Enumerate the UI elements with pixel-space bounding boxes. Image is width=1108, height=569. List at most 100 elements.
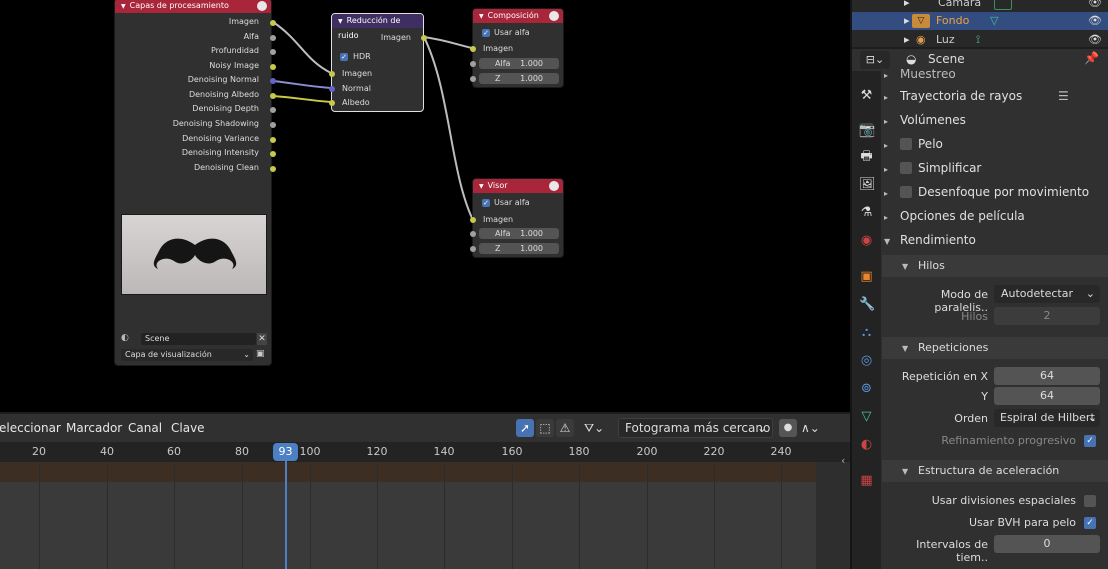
section-muestreo[interactable]: ▸ Muestreo [884,67,1106,81]
view-layer-icon[interactable]: 🖼 [859,177,876,192]
frame-ruler[interactable]: 20 40 60 80 100 120 140 160 180 200 220 … [0,442,850,462]
constraint-icon[interactable]: ⊚ [859,381,874,396]
outliner-row-selected[interactable]: ▸ ▽ Fondo ▽ 👁 [852,12,1108,30]
use-alpha-checkbox[interactable]: ✓ [482,199,490,207]
alpha-field[interactable]: Alfa 1.000 [479,58,559,69]
input-socket[interactable] [470,76,476,82]
output-socket[interactable] [270,35,276,41]
section-pelo[interactable]: ▸ Pelo [884,137,1106,151]
simplificar-checkbox[interactable] [900,162,912,174]
output-socket[interactable] [270,20,276,26]
menu-key[interactable]: Clave [171,421,205,435]
menu-marker[interactable]: Marcador [66,421,122,435]
playhead-line[interactable] [285,461,287,569]
section-volumenes[interactable]: ▸ Volúmenes [884,113,1106,127]
output-socket[interactable] [270,93,276,99]
input-socket[interactable] [329,100,335,106]
viewer-node[interactable]: ▼ Visor ✓ Usar alfa Imagen Alfa 1.000 Z 1… [470,178,564,258]
close-icon[interactable]: ✕ [257,333,267,345]
eye-icon[interactable]: 👁 [1088,0,1102,12]
input-socket[interactable] [470,246,476,252]
collapse-arrow-icon[interactable]: ▼ [338,15,343,29]
node-editor[interactable]: ▼ Capas de procesamiento Imagen Alfa Prof… [0,0,850,412]
input-socket[interactable] [470,231,476,237]
outliner[interactable]: ▸ Cámara 👁 ▸ ▽ Fondo ▽ 👁 ▸ ◉ Luz ⟟ 👁 [852,0,1108,47]
chevron-right-icon[interactable]: ▸ [904,0,910,12]
collapse-arrow-icon[interactable]: ▼ [121,0,126,14]
chevron-right-icon[interactable]: ▸ [904,31,910,49]
output-tab-icon[interactable]: 🖶 [859,149,874,164]
eye-icon[interactable]: 👁 [1088,12,1102,30]
subpanel-aceleracion[interactable]: ▼ Estructura de aceleración [882,460,1108,482]
render-layers-header[interactable]: ▼ Capas de procesamiento [115,0,271,13]
output-socket[interactable] [270,151,276,157]
timeline-track[interactable] [0,462,850,569]
order-dropdown[interactable]: Espiral de Hilbert ⌄ [994,409,1100,427]
spatial-splits-checkbox[interactable] [1084,495,1096,507]
hdr-checkbox[interactable]: ✓ [340,53,348,61]
denoise-header[interactable]: ▼ Reducción de ruido [332,14,423,40]
desenfoque-checkbox[interactable] [900,186,912,198]
tile-x-field[interactable]: 64 [994,367,1100,385]
alpha-field[interactable]: Alfa 1.000 [479,228,559,239]
output-socket[interactable] [270,64,276,70]
menu-select[interactable]: eleccionar [0,421,61,435]
output-socket[interactable] [270,122,276,128]
properties-editor[interactable]: ⊟⌄ ◒ Scene 📌 ⚒ 📷 🖶 🖼 ⚗ ◉ ▣ 🔧 ⛬ ◎ ⊚ ▽ ◐ ▦… [852,49,1108,569]
texture-icon[interactable]: ▦ [859,473,874,488]
denoise-node[interactable]: ▼ Reducción de ruido Imagen ✓ HDR Imagen … [329,13,427,112]
current-frame-indicator[interactable]: 93 [273,443,298,461]
material-icon[interactable]: ◐ [859,437,874,452]
output-socket[interactable] [270,166,276,172]
select-tool-icon[interactable]: ➚ [516,419,534,437]
use-alpha-checkbox[interactable]: ✓ [482,29,490,37]
render-layers-node[interactable]: ▼ Capas de procesamiento Imagen Alfa Prof… [114,0,276,366]
collapse-arrow-icon[interactable]: ▼ [479,10,484,24]
section-pelicula[interactable]: ▸ Opciones de película [884,209,1106,223]
falloff-icon[interactable]: ∧⌄ [801,419,831,437]
chevron-left-icon[interactable]: ‹ [841,454,845,467]
pin-icon[interactable]: 📌 [1084,51,1099,65]
section-desenfoque[interactable]: ▸ Desenfoque por movimiento [884,185,1106,199]
object-tab-icon[interactable]: ▣ [859,269,874,284]
eye-icon[interactable]: 👁 [1088,31,1102,49]
hair-bvh-checkbox[interactable]: ✓ [1084,517,1096,529]
menu-channel[interactable]: Canal [128,421,162,435]
tile-y-field[interactable]: 64 [994,387,1100,405]
warning-icon[interactable]: ⚠ [556,419,574,437]
output-socket[interactable] [270,49,276,55]
render-tab-icon[interactable]: 📷 [859,123,875,138]
outliner-row[interactable]: ▸ Cámara 👁 [852,0,1108,12]
scene-icon[interactable]: ◐ [121,333,137,345]
composite-node[interactable]: ▼ Composición ✓ Usar alfa Imagen Alfa 1.0… [470,8,564,88]
section-rendimiento[interactable]: ▼ Rendimiento [884,233,1106,247]
input-socket[interactable] [470,217,476,223]
box-select-icon[interactable]: ⬚ [536,419,554,437]
wrench-icon[interactable]: 🔧 [859,297,875,312]
outliner-row[interactable]: ▸ ◉ Luz ⟟ 👁 [852,31,1108,49]
viewer-header[interactable]: ▼ Visor [473,179,563,193]
output-socket[interactable] [270,137,276,143]
section-simplificar[interactable]: ▸ Simplificar [884,161,1106,175]
snap-dropdown[interactable]: Fotograma más cercano ⌄ [618,418,773,438]
output-socket[interactable] [421,35,427,41]
output-socket[interactable] [270,78,276,84]
proportional-edit-icon[interactable]: ● [779,419,797,437]
z-field[interactable]: Z 1.000 [479,73,559,84]
collapse-arrow-icon[interactable]: ▼ [479,180,484,194]
pelo-checkbox[interactable] [900,138,912,150]
tool-icon[interactable]: ⚒ [859,88,874,103]
physics-icon[interactable]: ◎ [859,353,874,368]
subpanel-repeticiones[interactable]: ▼ Repeticiones [882,337,1108,359]
input-socket[interactable] [329,86,335,92]
input-socket[interactable] [329,71,335,77]
progressive-checkbox[interactable]: ✓ [1084,435,1096,447]
subpanel-hilos[interactable]: ▼ Hilos [882,255,1108,277]
output-socket[interactable] [270,107,276,113]
data-icon[interactable]: ▽ [859,409,874,424]
scene-field[interactable]: Scene [141,333,256,345]
layer-dropdown[interactable]: Capa de visualización ⌄ [121,349,253,361]
section-trayectoria[interactable]: ▸ Trayectoria de rayos ☰ [884,89,1106,103]
intervals-field[interactable]: 0 [994,535,1100,553]
input-socket[interactable] [470,46,476,52]
